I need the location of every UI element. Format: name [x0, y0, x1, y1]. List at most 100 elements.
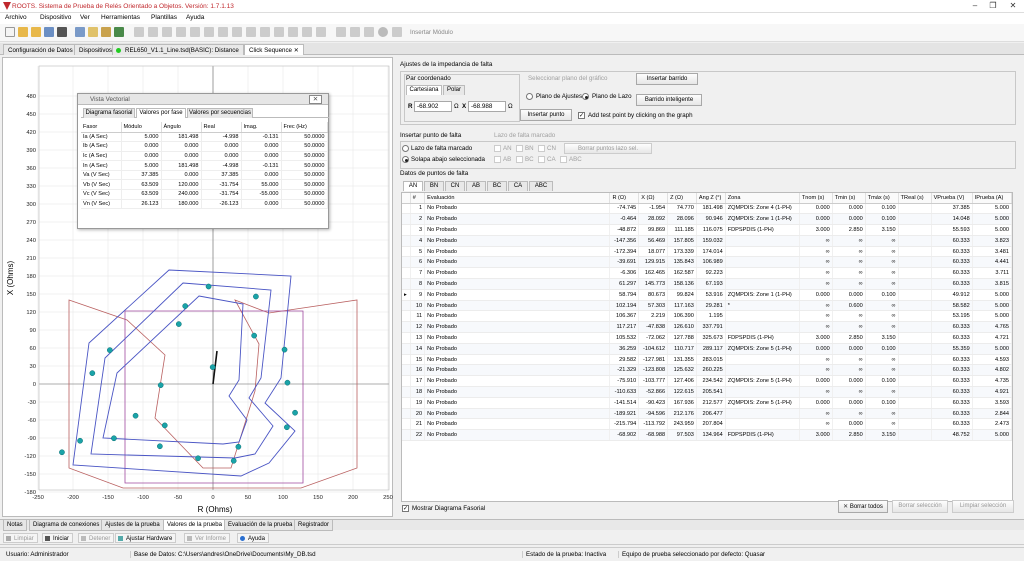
fit-icon[interactable] — [316, 27, 326, 37]
down-icon[interactable] — [246, 27, 256, 37]
test-point-5[interactable] — [89, 370, 96, 377]
tab-cartesian[interactable]: Cartesiana — [406, 85, 442, 95]
tab-devices[interactable]: Dispositivos — [74, 44, 118, 55]
minimize-icon[interactable]: – — [968, 1, 982, 11]
table-row[interactable]: 8 No Probado 61.297 145.773 158.136 67.193 ∞ ∞ ∞… — [402, 278, 1013, 290]
list2-icon[interactable] — [148, 27, 158, 37]
chk-loop-bn[interactable] — [516, 145, 523, 152]
tab-test-values[interactable]: Valores de la prueba — [163, 520, 226, 531]
radio-selected-tab[interactable] — [402, 156, 409, 163]
tab-click-sequence[interactable]: Click Sequence ✕ — [244, 44, 304, 55]
help-button[interactable]: Ayuda — [237, 533, 269, 543]
settings-icon[interactable] — [114, 27, 124, 37]
clear-loop-points-button[interactable]: Borrar puntos lazo sel. — [564, 143, 652, 154]
chk-loop-an[interactable] — [494, 145, 501, 152]
tab-config-data[interactable]: Configuración de Datos — [3, 44, 78, 55]
grid-col-header[interactable]: Tmin (s) — [832, 193, 866, 204]
table-row[interactable]: 6 No Probado -39.691 129.915 135.843 106.989 ∞… — [402, 256, 1013, 269]
tab-bc[interactable]: BC — [487, 181, 507, 191]
table-row[interactable]: 1 No Probado -74.745 -1.954 74.770 181.498 ZQM… — [402, 203, 1013, 215]
clean-selection-button[interactable]: Limpiar selección — [952, 500, 1014, 513]
view-report-button[interactable]: Ver Informe — [184, 533, 231, 543]
delete-icon[interactable] — [218, 27, 228, 37]
test-point-13[interactable] — [284, 424, 290, 431]
table-row[interactable]: 10 No Probado 102.194 57.303 117.163 29.281 * ∞… — [402, 300, 1013, 312]
menu-herramientas[interactable]: Herramientas — [101, 14, 140, 21]
chk-loop-cn[interactable] — [538, 145, 545, 152]
open-recent-icon[interactable] — [31, 27, 41, 37]
tab-an[interactable]: AN — [403, 181, 423, 191]
fault-points-grid[interactable]: # Evaluación R (Ω) X (Ω) Z (Ω) Ang Z (°) Zona T… — [401, 192, 1013, 502]
maximize-icon[interactable]: ❐ — [986, 1, 1000, 11]
expand-icon[interactable] — [288, 27, 298, 37]
new-icon[interactable] — [5, 27, 15, 37]
chk-loop-ca[interactable] — [538, 156, 545, 163]
table-row[interactable]: 14 No Probado 36.259 -104.612 110.717 289.117… — [402, 343, 1013, 355]
folder-icon[interactable] — [88, 27, 98, 37]
menu-ayuda[interactable]: Ayuda — [186, 14, 204, 21]
test-point-15[interactable] — [230, 457, 237, 464]
add-click-checkbox[interactable]: ✓ — [578, 112, 585, 119]
menu-dispositivo[interactable]: Dispositivo — [40, 14, 71, 21]
test-point-18[interactable] — [132, 412, 139, 419]
table-row[interactable]: 19 No Probado -141.514 -90.423 167.936 212.57… — [402, 397, 1013, 409]
radio-loop-plane[interactable] — [582, 93, 589, 100]
tab-connections[interactable]: Diagrama de conexiones — [29, 520, 104, 531]
up-icon[interactable] — [232, 27, 242, 37]
test-point-10[interactable] — [281, 346, 288, 353]
table-row[interactable]: 20 No Probado -189.921 -94.596 212.176 206.47… — [402, 408, 1013, 420]
test-point-14[interactable] — [235, 443, 242, 450]
radio-settings-plane[interactable] — [526, 93, 533, 100]
test-point-4[interactable] — [107, 347, 113, 353]
smart-sweep-button[interactable]: Barrido inteligente — [636, 94, 702, 106]
tab-test-settings[interactable]: Ajustes de la prueba — [101, 520, 164, 531]
print-icon[interactable] — [75, 27, 85, 37]
record-icon[interactable] — [378, 27, 388, 37]
tab-sequence-values[interactable]: Valores por secuencias — [187, 108, 253, 118]
x-input[interactable]: -68.988 — [468, 101, 506, 112]
chk-loop-ab[interactable] — [494, 156, 501, 163]
test-point-2[interactable] — [209, 364, 216, 370]
table-row[interactable]: 16 No Probado -21.329 -123.808 125.632 260.22… — [402, 364, 1013, 377]
chk-loop-abc[interactable] — [560, 156, 567, 163]
test-point-20[interactable] — [77, 437, 83, 444]
r-input[interactable]: -68.902 — [414, 101, 452, 112]
tool3-icon[interactable] — [364, 27, 374, 37]
clear-button[interactable]: Limpiar — [3, 533, 38, 543]
tool5-icon[interactable] — [392, 27, 402, 37]
close-icon[interactable]: ✕ — [1006, 1, 1020, 11]
table-row[interactable]: 7 No Probado -6.306 162.465 162.587 92.223 ∞ ∞ ∞… — [402, 267, 1013, 280]
tab-polar[interactable]: Polar — [443, 85, 465, 95]
tab-bn[interactable]: BN — [424, 181, 444, 191]
list3-icon[interactable] — [162, 27, 172, 37]
tool2-icon[interactable] — [350, 27, 360, 37]
paste-icon[interactable] — [204, 27, 214, 37]
close-tab-icon[interactable]: ✕ — [294, 47, 299, 54]
grid-col-header[interactable]: Evaluación — [424, 193, 611, 204]
test-point-11[interactable] — [284, 379, 291, 386]
test-point-9[interactable] — [251, 332, 258, 339]
test-point-1[interactable] — [157, 382, 164, 389]
vector-view-close-icon[interactable]: ✕ — [308, 95, 322, 104]
table-row[interactable]: 5 No Probado -172.394 18.077 173.339 174.014 ∞… — [402, 246, 1013, 258]
test-point-22[interactable] — [161, 422, 168, 429]
open-icon[interactable] — [18, 27, 28, 37]
test-point-6[interactable] — [182, 303, 189, 309]
test-point-7[interactable] — [205, 283, 212, 290]
table-row[interactable]: 21 No Probado -215.794 -113.792 243.959 207.8… — [402, 418, 1013, 431]
table-row[interactable]: 3 No Probado -48.872 99.869 111.185 116.075 FD… — [402, 224, 1013, 236]
grid-col-header[interactable]: Ang Z (°) — [696, 193, 726, 204]
tab-distance[interactable]: REL650_V1.1_Line.tsd(BASIC): Distance — [112, 44, 244, 55]
table-row[interactable]: 17 No Probado -75.910 -103.777 127.406 234.54… — [402, 375, 1013, 388]
tool1-icon[interactable] — [336, 27, 346, 37]
save-icon[interactable] — [44, 27, 54, 37]
menu-ver[interactable]: Ver — [80, 14, 90, 21]
radio-marked-loop[interactable] — [402, 145, 409, 152]
copy-icon[interactable] — [190, 27, 200, 37]
tab-recorder[interactable]: Registrador — [294, 520, 334, 531]
insert-sweep-button[interactable]: Insertar barrido — [636, 73, 698, 85]
table-row[interactable]: 15 No Probado 29.582 -127.981 131.355 283.015… — [402, 354, 1013, 366]
save-as-icon[interactable] — [57, 27, 67, 37]
vector-view-window[interactable]: Vista Vectorial ✕ Diagrama fasorial Valo… — [77, 93, 329, 229]
show-phasor-checkbox[interactable]: ✓ — [402, 505, 409, 512]
